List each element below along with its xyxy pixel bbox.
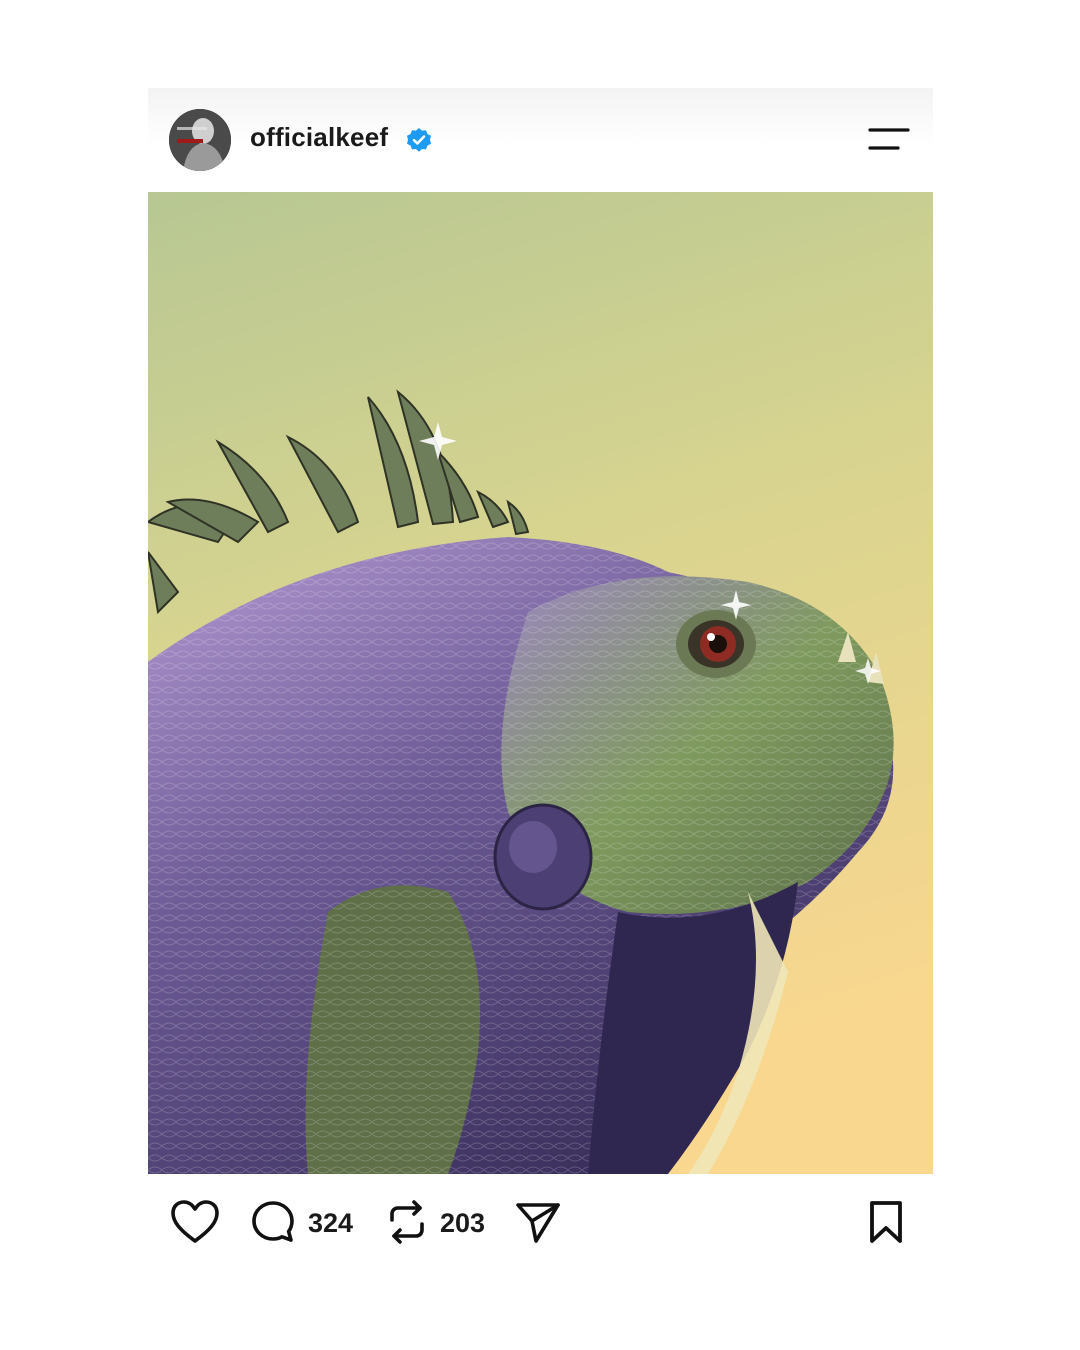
heart-icon[interactable] [170, 1199, 220, 1245]
post-header: officialkeef [148, 88, 933, 192]
repost-count: 203 [440, 1208, 486, 1238]
post-card: officialkeef 324 203 [148, 88, 933, 1268]
menu-lines-icon[interactable] [864, 122, 912, 158]
comment-bubble-icon[interactable] [250, 1199, 296, 1245]
action-bar: 324 203 [148, 1174, 933, 1268]
avatar[interactable] [169, 109, 231, 171]
send-icon[interactable] [514, 1199, 562, 1245]
repost-icon[interactable] [386, 1199, 428, 1245]
iguana-illustration [148, 192, 933, 1174]
comment-count: 324 [308, 1208, 354, 1238]
bookmark-icon[interactable] [866, 1199, 906, 1245]
verified-badge-icon [407, 128, 431, 152]
post-image[interactable] [148, 192, 933, 1174]
username[interactable]: officialkeef [250, 122, 388, 153]
profile-photo-icon [169, 109, 231, 171]
